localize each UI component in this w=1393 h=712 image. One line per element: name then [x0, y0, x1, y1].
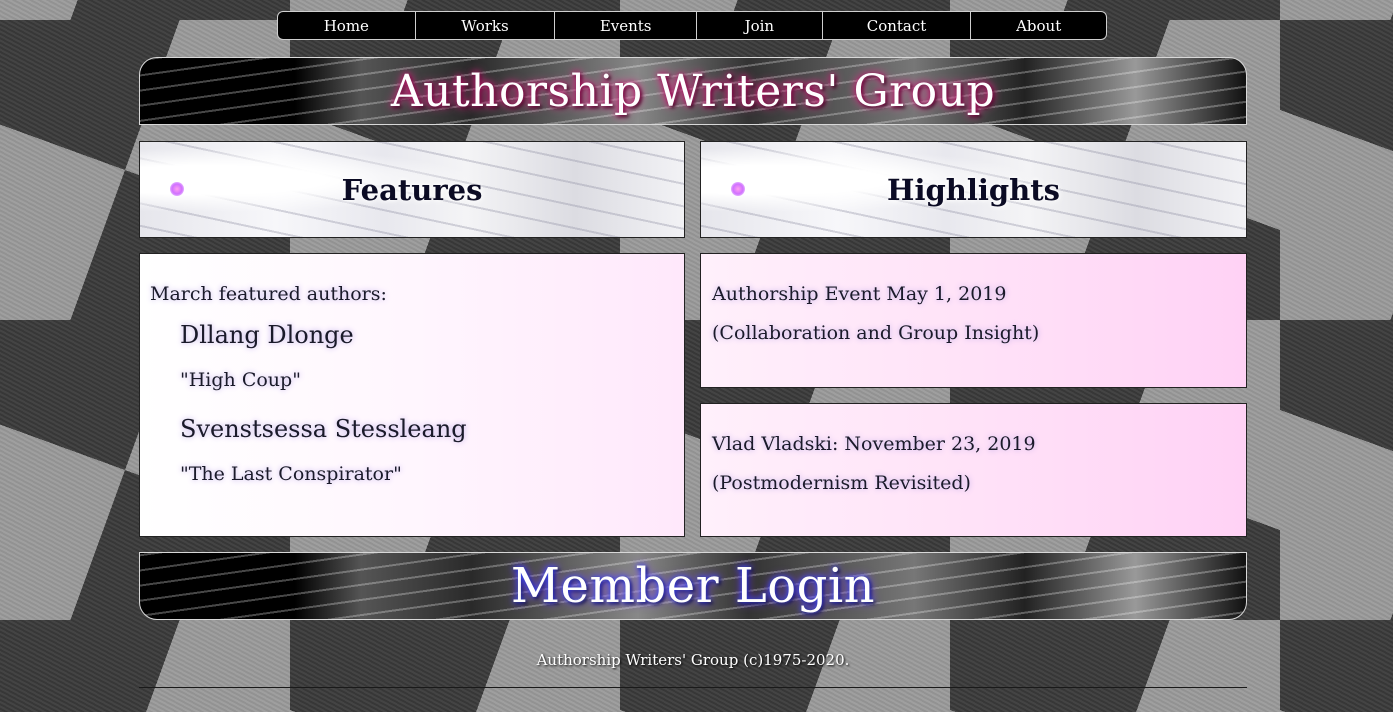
- member-login-banner[interactable]: Member Login: [139, 552, 1247, 620]
- highlight-event-subtitle: (Postmodernism Revisited): [712, 472, 971, 494]
- featured-author-name: Svenstsessa Stessleang: [180, 415, 467, 443]
- features-panel: March featured authors: Dllang Dlonge "H…: [139, 253, 685, 537]
- header-banner: Authorship Writers' Group: [139, 57, 1247, 125]
- featured-author-name: Dllang Dlonge: [180, 321, 354, 349]
- nav-contact-link[interactable]: Contact: [823, 12, 972, 39]
- highlight-card: Vlad Vladski: November 23, 2019 (Postmod…: [700, 403, 1247, 537]
- highlight-event-title: Vlad Vladski: November 23, 2019: [712, 433, 1036, 455]
- nav-events-link[interactable]: Events: [555, 12, 697, 39]
- site-title: Authorship Writers' Group: [390, 65, 996, 117]
- nav-about-link[interactable]: About: [971, 12, 1106, 39]
- main-nav: Home Works Events Join Contact About: [277, 11, 1107, 40]
- nav-works-link[interactable]: Works: [416, 12, 556, 39]
- highlight-event-subtitle: (Collaboration and Group Insight): [712, 322, 1040, 344]
- features-heading-box: Features: [139, 141, 685, 238]
- footer-divider: [139, 687, 1247, 688]
- highlight-event-title: Authorship Event May 1, 2019: [712, 283, 1007, 305]
- featured-work-title: "High Coup": [180, 369, 301, 391]
- footer-copyright: Authorship Writers' Group (c)1975-2020.: [536, 651, 850, 669]
- decorative-burst-icon: [170, 182, 184, 196]
- highlights-heading: Highlights: [887, 172, 1060, 207]
- highlight-card: Authorship Event May 1, 2019 (Collaborat…: [700, 253, 1247, 388]
- featured-work-title: "The Last Conspirator": [180, 463, 402, 485]
- highlights-heading-box: Highlights: [700, 141, 1247, 238]
- nav-join-link[interactable]: Join: [697, 12, 823, 39]
- features-heading: Features: [341, 172, 483, 207]
- member-login-link[interactable]: Member Login: [511, 558, 875, 614]
- decorative-burst-icon: [731, 182, 745, 196]
- features-intro: March featured authors:: [150, 283, 387, 305]
- nav-home-link[interactable]: Home: [278, 12, 416, 39]
